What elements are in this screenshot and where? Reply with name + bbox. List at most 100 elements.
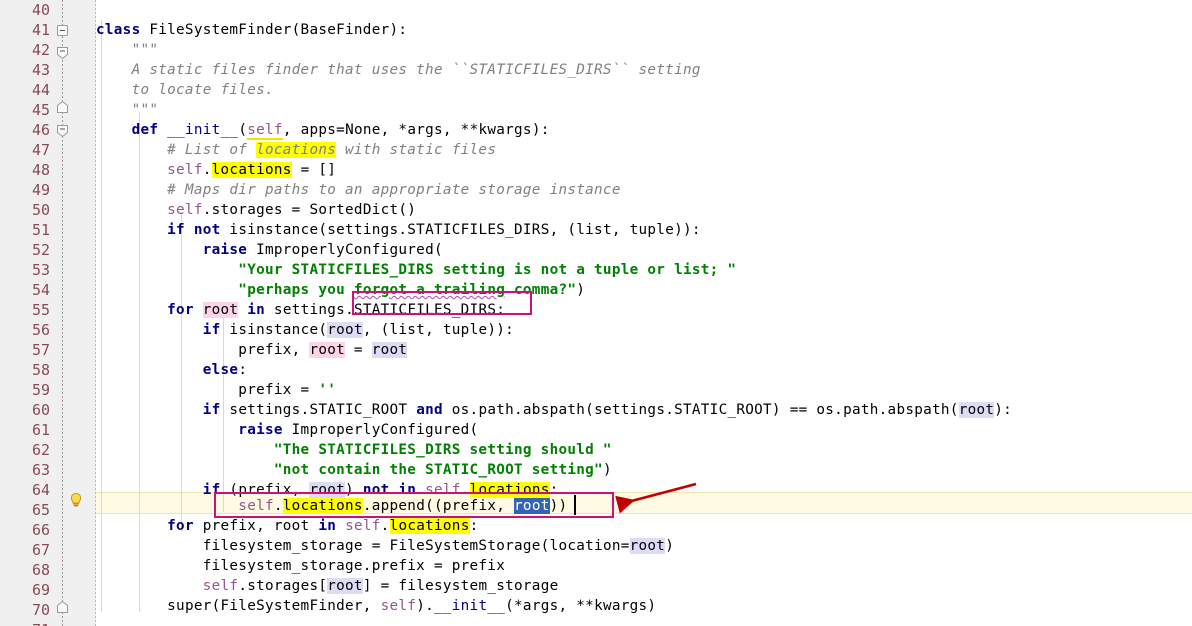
token-keyword-raise: raise xyxy=(202,242,248,258)
code-line-42[interactable]: """ xyxy=(96,40,158,60)
token-text: .append((prefix, xyxy=(362,498,515,514)
code-line-54[interactable]: "perhaps you forgot a trailing comma?") xyxy=(96,280,585,300)
token-text: FileSystemFinder(BaseFinder): xyxy=(140,22,408,38)
token-search-match: locations xyxy=(211,162,292,178)
code-line-47[interactable]: # List of locations with static files xyxy=(96,140,496,160)
code-line-48[interactable]: self.locations = [] xyxy=(96,160,336,180)
token-string: '' xyxy=(318,382,337,398)
token-text: : xyxy=(238,362,248,378)
line-number: 51 xyxy=(31,221,50,239)
code-line-56[interactable]: if isinstance(root, (list, tuple)): xyxy=(96,320,514,340)
line-number: 65 xyxy=(31,501,50,519)
token-self-param: self xyxy=(247,122,283,140)
token-selected-root[interactable]: root xyxy=(514,498,550,514)
fold-marker-collapse[interactable] xyxy=(56,124,69,138)
code-line-51[interactable]: if not isinstance(settings.STATICFILES_D… xyxy=(96,220,701,240)
code-line-58[interactable]: else: xyxy=(96,360,247,380)
token-text: filesystem_storage = FileSystemStorage(l… xyxy=(202,538,630,554)
token-string: "perhaps you forgot a trailing comma?" xyxy=(238,282,577,298)
token-keyword-raise: raise xyxy=(238,422,283,438)
line-number: 69 xyxy=(31,581,50,599)
line-number: 44 xyxy=(31,81,50,99)
code-editor[interactable]: 40 41 42 43 44 45 46 47 48 49 50 51 52 5… xyxy=(0,0,1192,626)
token-dot: . xyxy=(273,498,283,514)
token-var-root-read: root xyxy=(371,342,408,358)
fold-marker-region-end[interactable] xyxy=(56,100,69,113)
line-number: 48 xyxy=(31,161,50,179)
code-line-41[interactable]: class FileSystemFinder(BaseFinder): xyxy=(96,20,407,40)
token-docstring: """ xyxy=(96,102,159,118)
code-line-49[interactable]: # Maps dir paths to an appropriate stora… xyxy=(96,180,621,200)
token-self: self xyxy=(345,518,381,534)
code-line-46[interactable]: def __init__(self, apps=None, *args, **k… xyxy=(96,120,550,140)
code-line-59[interactable]: prefix = '' xyxy=(96,380,336,400)
line-number: 54 xyxy=(31,281,50,299)
code-line-43[interactable]: A static files finder that uses the ``ST… xyxy=(96,60,701,80)
code-line-60[interactable]: if settings.STATIC_ROOT and os.path.absp… xyxy=(96,400,1012,420)
code-line-66[interactable]: for prefix, root in self.locations: xyxy=(96,516,479,536)
line-number: 70 xyxy=(31,601,50,619)
annotation-arrow-icon xyxy=(615,482,697,514)
token-paren: ( xyxy=(238,122,248,138)
line-number: 67 xyxy=(31,541,50,559)
token-text: ImproperlyConfigured( xyxy=(247,242,443,258)
line-number: 64 xyxy=(31,481,50,499)
line-number: 71 xyxy=(0,620,50,626)
token-keyword-class: class xyxy=(96,22,141,38)
token-text: prefix = xyxy=(238,382,319,398)
fold-marker-region-end[interactable] xyxy=(56,600,69,613)
code-line-63[interactable]: "not contain the STATIC_ROOT setting") xyxy=(96,460,612,480)
token-self: self xyxy=(238,498,274,514)
token-text: = xyxy=(345,342,372,358)
token-keyword-and: and xyxy=(416,402,443,418)
token-keyword-else: else xyxy=(202,362,239,378)
lightbulb-intention-icon[interactable] xyxy=(68,492,84,508)
text-caret xyxy=(574,495,576,515)
code-line-57[interactable]: prefix, root = root xyxy=(96,340,408,360)
token-docstring: """ xyxy=(96,42,159,58)
code-line-62[interactable]: "The STATICFILES_DIRS setting should " xyxy=(96,440,612,460)
code-line-70[interactable]: super(FileSystemFinder, self).__init__(*… xyxy=(96,596,656,616)
line-number: 43 xyxy=(31,61,50,79)
code-line-69[interactable]: self.storages[root] = filesystem_storage xyxy=(96,576,558,596)
token-search-match: locations xyxy=(389,518,470,534)
token-keyword-in: in xyxy=(318,518,337,534)
line-number: 47 xyxy=(31,141,50,159)
token-text: .storages = SortedDict() xyxy=(202,202,417,218)
code-line-65[interactable]: self.locations.append((prefix, root)) xyxy=(96,496,567,516)
code-line-52[interactable]: raise ImproperlyConfigured( xyxy=(96,240,443,260)
token-string: "Your STATICFILES_DIRS setting is not a … xyxy=(238,262,737,278)
token-self: self xyxy=(202,578,239,594)
code-line-55[interactable]: for root in settings.STATICFILES_DIRS: xyxy=(96,300,505,320)
token-text: settings.STATIC_ROOT xyxy=(220,402,417,418)
token-var-root-write: root xyxy=(202,302,239,318)
code-line-50[interactable]: self.storages = SortedDict() xyxy=(96,200,416,220)
fold-marker-collapse[interactable] xyxy=(56,24,69,37)
code-line-61[interactable]: raise ImproperlyConfigured( xyxy=(96,420,478,440)
code-line-45[interactable]: """ xyxy=(96,100,158,120)
token-text: ) xyxy=(665,538,675,554)
code-line-53[interactable]: "Your STATICFILES_DIRS setting is not a … xyxy=(96,260,736,280)
line-number: 42 xyxy=(31,41,50,59)
token-function-name: __init__ xyxy=(433,598,506,614)
token-text: isinstance(settings.STATICFILES_DIRS, (l… xyxy=(220,222,701,238)
editor-gutter[interactable]: 40 41 42 43 44 45 46 47 48 49 50 51 52 5… xyxy=(0,0,96,626)
code-line-68[interactable]: filesystem_storage.prefix = prefix xyxy=(96,556,505,576)
line-number: 56 xyxy=(31,321,50,339)
code-line-67[interactable]: filesystem_storage = FileSystemStorage(l… xyxy=(96,536,674,556)
fold-marker-collapse[interactable] xyxy=(56,46,69,60)
token-text: ImproperlyConfigured( xyxy=(282,422,479,438)
token-text: prefix, xyxy=(238,342,310,358)
code-content-area[interactable]: class FileSystemFinder(BaseFinder): """ … xyxy=(96,0,1192,626)
token-text: prefix, root xyxy=(193,518,319,534)
token-self: self xyxy=(167,162,203,178)
code-line-44[interactable]: to locate files. xyxy=(96,80,274,100)
